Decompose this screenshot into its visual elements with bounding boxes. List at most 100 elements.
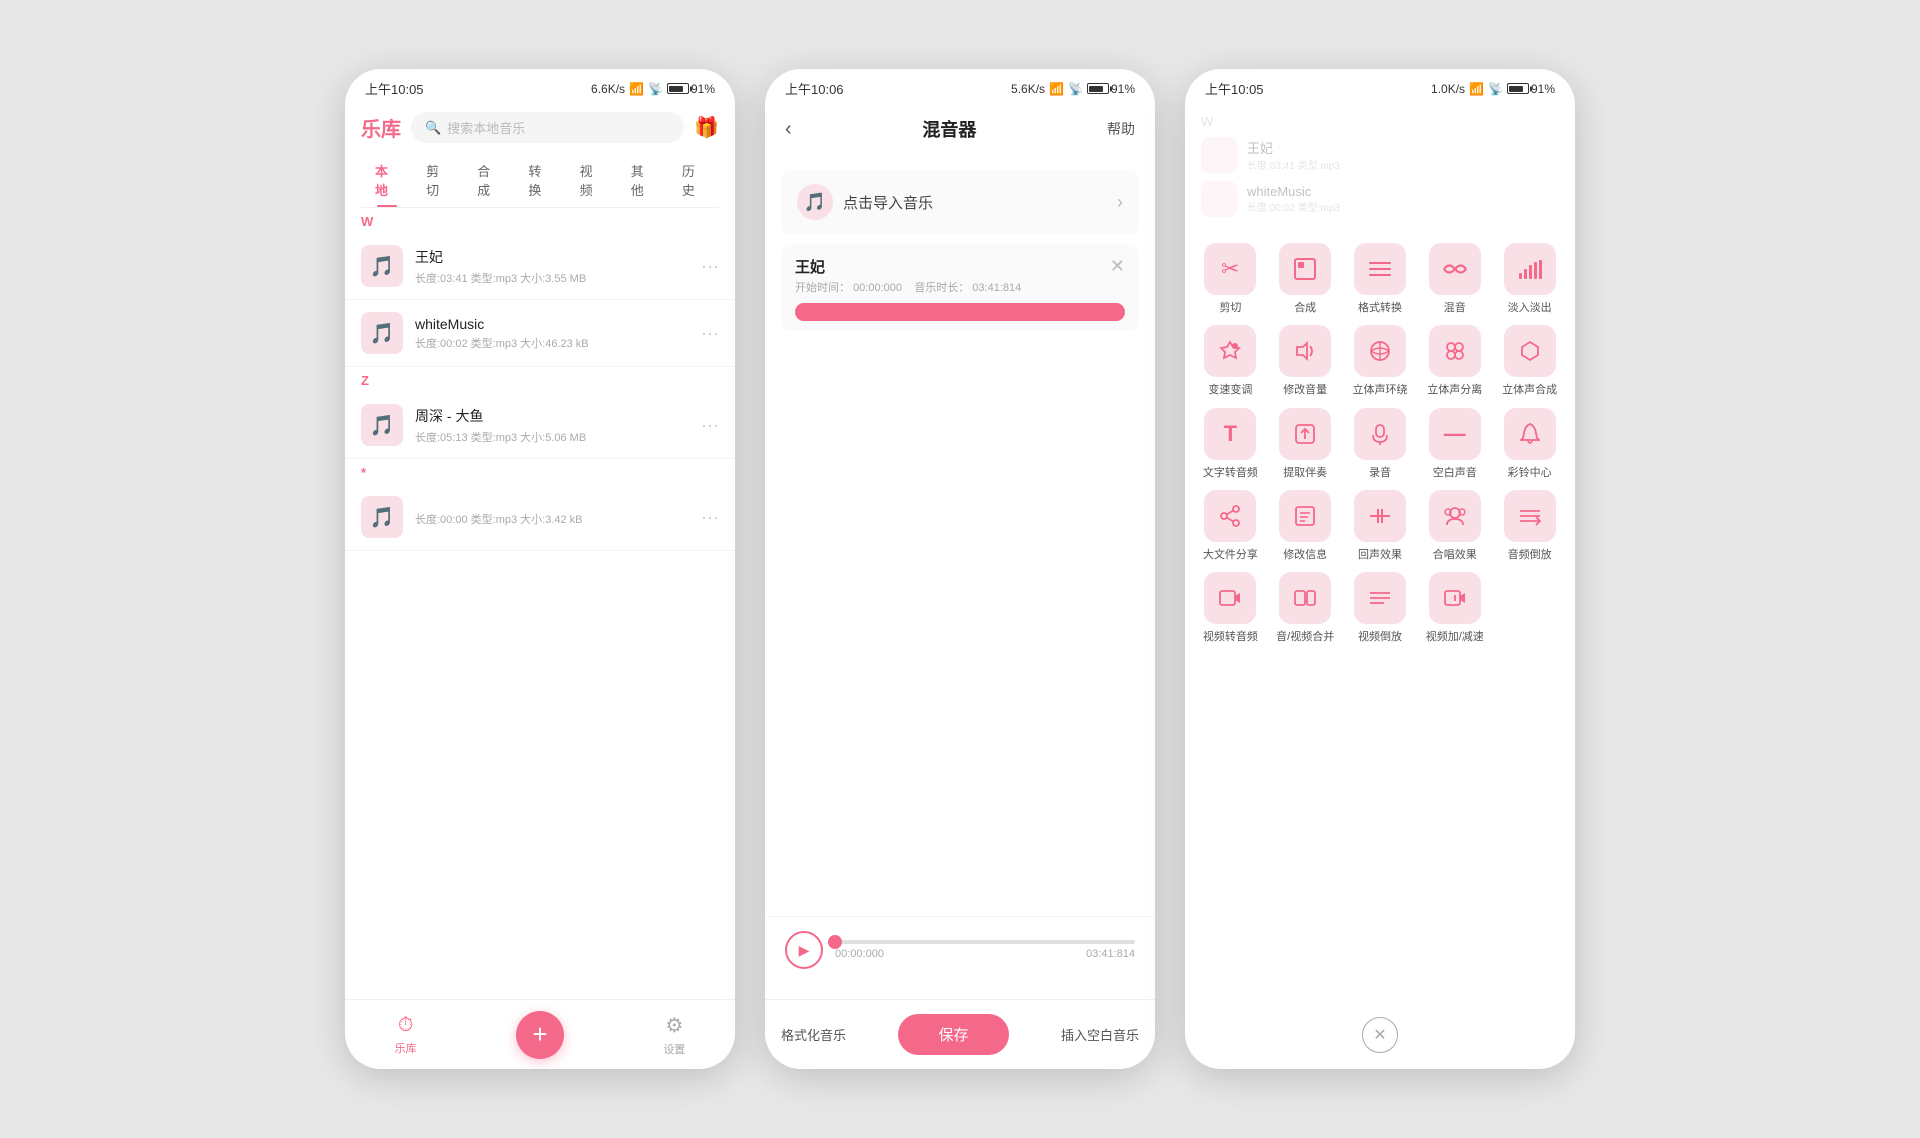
- pitch-icon: [1204, 325, 1256, 377]
- reverse-icon: [1504, 490, 1556, 542]
- func-mix[interactable]: 混音: [1421, 243, 1488, 315]
- music-note-icon: 🎵: [370, 254, 395, 279]
- more-icon[interactable]: ···: [701, 507, 719, 528]
- func-stereo3d[interactable]: 立体声环绕: [1347, 325, 1414, 397]
- format-label: 格式转换: [1358, 301, 1402, 315]
- silence-icon: —: [1429, 408, 1481, 460]
- nav-library[interactable]: ⏱ 乐库: [395, 1014, 417, 1056]
- mixer-title: 混音器: [922, 116, 976, 142]
- nav-add-button[interactable]: +: [516, 1011, 564, 1059]
- help-button[interactable]: 帮助: [1107, 119, 1135, 139]
- progress-track: [835, 940, 1135, 944]
- func-record[interactable]: 录音: [1347, 408, 1414, 480]
- save-button[interactable]: 保存: [898, 1014, 1008, 1055]
- func-cut[interactable]: ✂ 剪切: [1197, 243, 1264, 315]
- music-item-unknown[interactable]: 🎵 长度:00:00 类型:mp3 大小:3.42 kB ···: [345, 484, 735, 551]
- video-reverse-label: 视频倒放: [1358, 630, 1402, 644]
- mix-label: 混音: [1444, 301, 1466, 315]
- music-item-zhouyu[interactable]: 🎵 周深 - 大鱼 长度:05:13 类型:mp3 大小:5.06 MB ···: [345, 392, 735, 459]
- time-3: 上午10:05: [1205, 79, 1264, 98]
- share-label: 大文件分享: [1203, 548, 1258, 562]
- track-close-button[interactable]: ✕: [1110, 256, 1125, 277]
- duration-value: 03:41:814: [972, 282, 1021, 294]
- tab-video[interactable]: 视频: [566, 153, 617, 207]
- search-icon: 🔍: [425, 120, 441, 136]
- phone-2: 上午10:06 5.6K/s 📶 📡 91% ‹ 混音器 帮助 🎵 点击导入音乐…: [765, 69, 1155, 1069]
- func-tts[interactable]: T 文字转音频: [1197, 408, 1264, 480]
- phone-3: 上午10:05 1.0K/s 📶 📡 91% W 王妃 长度:03:41 类型:…: [1185, 69, 1575, 1069]
- merge-label: 合成: [1294, 301, 1316, 315]
- func-merge[interactable]: 合成: [1272, 243, 1339, 315]
- func-reverse[interactable]: 音频倒放: [1496, 490, 1563, 562]
- import-label: 点击导入音乐: [843, 192, 933, 213]
- start-time-value: 00:00:000: [853, 282, 902, 294]
- song-meta: 长度:00:02 类型:mp3 大小:46.23 kB: [415, 335, 689, 351]
- track-name: 王妃: [795, 256, 1021, 277]
- tab-other[interactable]: 其他: [617, 153, 668, 207]
- tab-cut[interactable]: 剪切: [412, 153, 463, 207]
- func-ringtone[interactable]: 彩铃中心: [1496, 408, 1563, 480]
- tab-bar: 本地 剪切 合成 转换 视频 其他 历史: [361, 153, 719, 208]
- library-icon: ⏱: [398, 1014, 414, 1037]
- func-fade[interactable]: 淡入淡出: [1496, 243, 1563, 315]
- func-av-merge[interactable]: 音/视频合并: [1272, 572, 1339, 644]
- func-stereo-merge[interactable]: 立体声合成: [1496, 325, 1563, 397]
- gift-icon[interactable]: 🎁: [694, 115, 719, 140]
- search-placeholder: 搜索本地音乐: [447, 118, 525, 137]
- func-editinfo[interactable]: 修改信息: [1272, 490, 1339, 562]
- func-video-reverse[interactable]: 视频倒放: [1347, 572, 1414, 644]
- music-item-wangfei[interactable]: 🎵 王妃 长度:03:41 类型:mp3 大小:3.55 MB ···: [345, 233, 735, 300]
- func-share[interactable]: 大文件分享: [1197, 490, 1264, 562]
- import-music-icon: 🎵: [797, 184, 833, 220]
- plus-icon: +: [532, 1019, 547, 1050]
- play-button[interactable]: ▶: [785, 931, 823, 969]
- func-stereo-sep[interactable]: 立体声分离: [1421, 325, 1488, 397]
- signal-icon2: 📶: [1049, 82, 1064, 96]
- more-icon[interactable]: ···: [701, 256, 719, 277]
- total-time: 03:41:814: [1086, 948, 1135, 960]
- silence-label: 空白声音: [1433, 466, 1477, 480]
- av-merge-label: 音/视频合并: [1276, 630, 1334, 644]
- editinfo-icon: [1279, 490, 1331, 542]
- func-video2audio[interactable]: 视频转音频: [1197, 572, 1264, 644]
- func-reverb[interactable]: 回声效果: [1347, 490, 1414, 562]
- wifi-icon3: 📡: [1488, 82, 1503, 96]
- func-format[interactable]: 格式转换: [1347, 243, 1414, 315]
- tab-merge[interactable]: 合成: [463, 153, 514, 207]
- cut-icon: ✂: [1204, 243, 1256, 295]
- func-pitch[interactable]: 变速变调: [1197, 325, 1264, 397]
- progress-container[interactable]: 00:00:000 03:41:814: [835, 940, 1135, 960]
- nav-settings[interactable]: ⚙ 设置: [663, 1013, 685, 1057]
- fade-icon: [1504, 243, 1556, 295]
- search-bar[interactable]: 🔍 搜索本地音乐: [411, 112, 684, 143]
- section-z: Z: [345, 367, 735, 392]
- status-bar-2: 上午10:06 5.6K/s 📶 📡 91%: [765, 69, 1155, 104]
- import-music-button[interactable]: 🎵 点击导入音乐 ›: [781, 170, 1139, 234]
- video-reverse-icon: [1354, 572, 1406, 624]
- mix-icon: [1429, 243, 1481, 295]
- func-video-speed[interactable]: 视频加/减速: [1421, 572, 1488, 644]
- bottom-nav: ⏱ 乐库 + ⚙ 设置: [345, 999, 735, 1069]
- more-icon[interactable]: ···: [701, 415, 719, 436]
- status-bar-1: 上午10:05 6.6K/s 📶 📡 91%: [345, 69, 735, 104]
- tab-convert[interactable]: 转换: [514, 153, 565, 207]
- format-music-button[interactable]: 格式化音乐: [781, 1025, 846, 1044]
- network-speed-3: 1.0K/s: [1431, 82, 1465, 96]
- battery-1: 91%: [667, 82, 715, 96]
- music-item-whitemusic[interactable]: 🎵 whiteMusic 长度:00:02 类型:mp3 大小:46.23 kB…: [345, 300, 735, 367]
- func-silence[interactable]: — 空白声音: [1421, 408, 1488, 480]
- func-volume[interactable]: 修改音量: [1272, 325, 1339, 397]
- func-extract[interactable]: 提取伴奏: [1272, 408, 1339, 480]
- close-button[interactable]: ✕: [1362, 1017, 1398, 1053]
- more-icon[interactable]: ···: [701, 323, 719, 344]
- merge-icon: [1279, 243, 1331, 295]
- wifi-icon2: 📡: [1068, 82, 1083, 96]
- back-button[interactable]: ‹: [785, 118, 792, 141]
- wifi-icon: 📡: [648, 82, 663, 96]
- cut-label: 剪切: [1219, 301, 1241, 315]
- tab-local[interactable]: 本地: [361, 153, 412, 207]
- start-time-label: 开始时间：: [795, 282, 850, 294]
- insert-silence-button[interactable]: 插入空白音乐: [1061, 1025, 1139, 1044]
- func-chorus[interactable]: 合唱效果: [1421, 490, 1488, 562]
- tab-history[interactable]: 历史: [668, 153, 719, 207]
